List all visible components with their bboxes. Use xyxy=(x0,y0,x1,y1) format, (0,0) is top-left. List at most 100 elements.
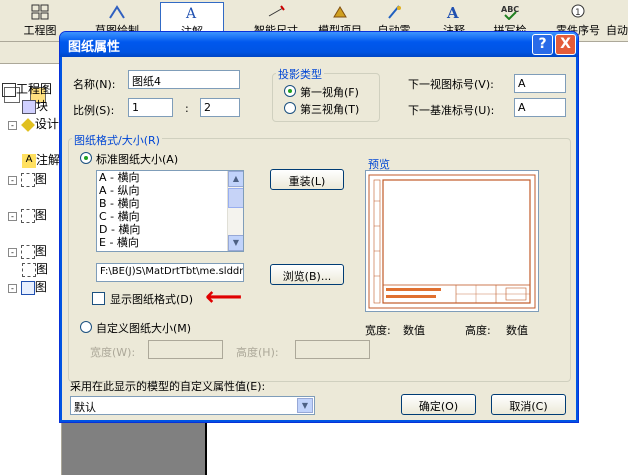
width-input[interactable] xyxy=(148,340,223,359)
scale-left-input[interactable]: 1 xyxy=(128,98,173,117)
collapse-icon[interactable]: - xyxy=(8,176,17,185)
preview-drawing-icon xyxy=(368,174,536,309)
standard-size-label: 标准图纸大小(A) xyxy=(96,153,179,166)
show-format-label: 显示图纸格式(D) xyxy=(110,293,194,306)
next-view-input[interactable]: A xyxy=(514,74,566,93)
tree-item-label: 图 xyxy=(36,262,49,276)
list-item[interactable]: C - 横向 xyxy=(97,210,243,223)
next-view-label: 下一视图标号(V): xyxy=(408,78,494,91)
ok-button[interactable]: 确定(O) xyxy=(401,394,476,415)
tree-item-sheet[interactable]: - 图 xyxy=(8,242,47,260)
format-path-input[interactable]: F:\BE(J)S\MatDrtTbt\me.slddrt xyxy=(96,263,244,282)
drawing-icon xyxy=(2,82,16,97)
spellcheck-icon: ABC xyxy=(501,4,519,21)
svg-text:A: A xyxy=(446,4,459,20)
view-icon xyxy=(20,172,35,187)
annotation-icon: A xyxy=(22,153,36,168)
view-icon xyxy=(20,208,35,223)
preview-height-label: 高度: xyxy=(465,324,491,337)
cancel-button[interactable]: 取消(C) xyxy=(491,394,566,415)
drawing-icon xyxy=(31,4,49,20)
scale-separator: : xyxy=(185,102,189,115)
tree-item-label: 注解 xyxy=(36,153,61,167)
collapse-icon[interactable]: - xyxy=(8,121,17,130)
feature-manager-tree: 工程图 块 - 设计 A 注解 - 图 - 图 - 图 图 - 图 xyxy=(0,42,62,475)
third-angle-label: 第三视角(T) xyxy=(300,103,360,116)
annotation-icon: A xyxy=(183,5,201,22)
auto-icon xyxy=(608,4,626,20)
browse-button[interactable]: 浏览(B)... xyxy=(270,264,344,285)
sheet-size-list[interactable]: A - 横向 A - 纵向 B - 横向 C - 横向 D - 横向 E - 横… xyxy=(96,170,244,252)
diamond-icon xyxy=(20,117,35,132)
toolbar-label: 工程图 xyxy=(23,24,57,37)
collapse-icon[interactable]: - xyxy=(8,248,17,257)
scale-right-input[interactable]: 2 xyxy=(200,98,240,117)
tree-item-label: 图 xyxy=(34,280,47,294)
tree-item-label: 图 xyxy=(34,172,47,186)
scroll-down-icon[interactable]: ▼ xyxy=(228,235,243,251)
scroll-thumb[interactable] xyxy=(228,188,243,208)
toolbar-label: 自动 xyxy=(606,24,628,37)
name-input[interactable]: 图纸4 xyxy=(128,70,240,89)
tree-item-design[interactable]: - 设计 xyxy=(8,115,59,133)
help-button[interactable]: ? xyxy=(532,34,553,55)
svg-text:A: A xyxy=(185,6,197,21)
first-angle-radio[interactable] xyxy=(284,85,296,97)
note-icon: A xyxy=(445,4,463,22)
tree-item-label: 图 xyxy=(34,244,47,258)
toolbar-auto-button[interactable]: 自动 xyxy=(606,2,628,40)
view-icon xyxy=(20,244,35,259)
tree-item-annotation[interactable]: A 注解 xyxy=(22,151,60,169)
sheet-preview xyxy=(365,170,539,312)
reload-button[interactable]: 重装(L) xyxy=(270,169,344,190)
tree-item-block[interactable]: 块 xyxy=(22,97,48,115)
tree-item-sheet[interactable]: 图 xyxy=(22,260,48,278)
sheet-properties-dialog: 图纸属性 ? X 名称(N): 图纸4 比例(S): 1 : 2 投影类型 第一… xyxy=(59,31,579,423)
tree-tabs xyxy=(0,42,61,103)
tree-item-label: 块 xyxy=(36,99,49,113)
block-icon xyxy=(22,99,36,114)
name-label: 名称(N): xyxy=(73,78,116,91)
model-items-icon xyxy=(331,4,349,20)
tree-item-sheet[interactable]: - 图 xyxy=(8,170,47,188)
projection-group-title: 投影类型 xyxy=(276,66,324,82)
sheet-icon xyxy=(20,280,35,295)
annotation-arrow-icon: ⟵ xyxy=(205,282,243,312)
custom-props-combo[interactable]: 默认 ▼ xyxy=(70,396,315,415)
third-angle-radio[interactable] xyxy=(284,102,296,114)
scale-label: 比例(S): xyxy=(73,104,115,117)
show-format-checkbox[interactable] xyxy=(92,292,105,305)
svg-text:1: 1 xyxy=(575,8,581,18)
dialog-titlebar: 图纸属性 ? X xyxy=(60,32,578,57)
custom-size-radio[interactable] xyxy=(80,321,92,333)
preview-width-value: 数值 xyxy=(403,324,425,337)
scroll-up-icon[interactable]: ▲ xyxy=(228,171,243,187)
list-item[interactable]: A - 横向 xyxy=(97,171,243,184)
collapse-icon[interactable]: - xyxy=(8,212,17,221)
preview-height-value: 数值 xyxy=(506,324,528,337)
auto-balloon-icon xyxy=(385,4,403,20)
height-input[interactable] xyxy=(295,340,370,359)
list-item[interactable]: E - 横向 xyxy=(97,236,243,249)
toolbar-drawing-button[interactable]: 工程图 xyxy=(18,2,62,40)
close-button[interactable]: X xyxy=(555,34,576,55)
tree-item-label: 工程图 xyxy=(16,82,53,96)
next-datum-label: 下一基准标号(U): xyxy=(408,104,495,117)
balloon-icon: 1 xyxy=(569,4,587,20)
custom-props-label: 采用在此显示的模型的自定义属性值(E): xyxy=(70,380,266,393)
width-label: 宽度(W): xyxy=(90,346,136,359)
tree-item-sheet[interactable]: - 图 xyxy=(8,206,47,224)
standard-size-radio[interactable] xyxy=(80,152,92,164)
smart-dimension-icon xyxy=(267,4,285,20)
collapse-icon[interactable]: - xyxy=(8,284,17,293)
tree-item-drawing[interactable]: 工程图 xyxy=(2,80,52,98)
list-item[interactable]: A - 纵向 xyxy=(97,184,243,197)
list-item[interactable]: B - 横向 xyxy=(97,197,243,210)
list-scrollbar[interactable]: ▲ ▼ xyxy=(227,171,243,251)
format-size-title: 图纸格式/大小(R) xyxy=(72,132,162,148)
next-datum-input[interactable]: A xyxy=(514,98,566,117)
chevron-down-icon[interactable]: ▼ xyxy=(297,398,313,413)
height-label: 高度(H): xyxy=(236,346,279,359)
tree-item-sheet[interactable]: - 图 xyxy=(8,278,47,296)
list-item[interactable]: D - 横向 xyxy=(97,223,243,236)
